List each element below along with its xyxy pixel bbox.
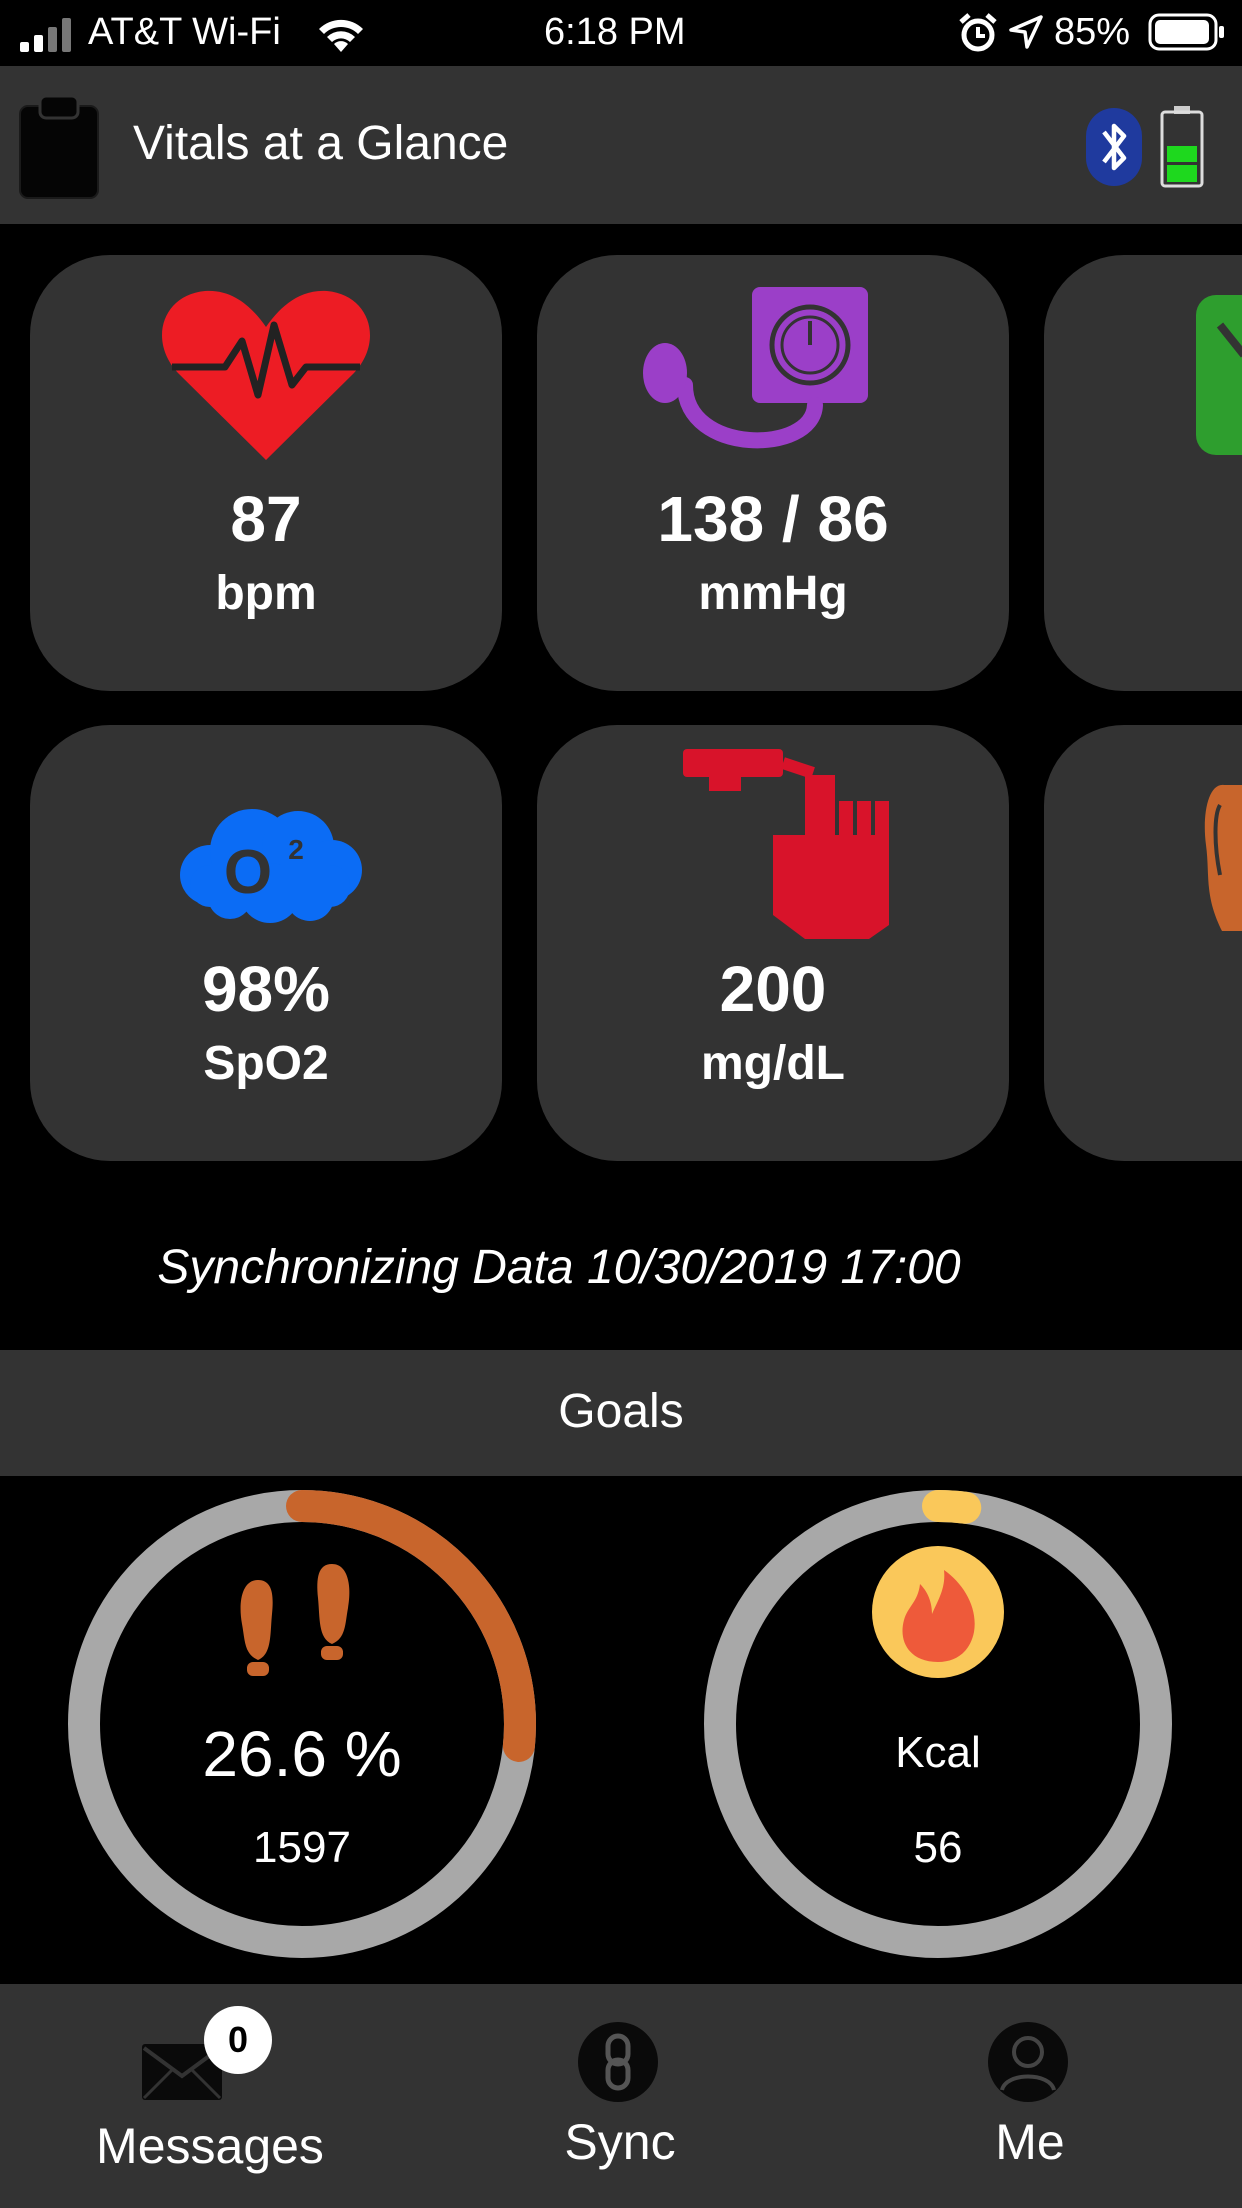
bluetooth-icon[interactable] [1086,108,1142,186]
vital-card-glucose[interactable]: 200 mg/dL [537,725,1009,1161]
vital-unit: S [1044,1035,1242,1093]
vital-unit: W [1044,565,1242,623]
status-time: 6:18 PM [544,11,686,53]
cell-signal-icon [20,18,71,52]
device-battery-icon [1160,106,1204,188]
glucose-meter-icon [683,749,889,939]
sync-status-text: Synchronizing Data 10/30/2019 17:00 [157,1241,961,1294]
steps-goal-percent: 26.6 % [202,1718,402,1790]
location-arrow-icon [1009,15,1043,49]
goals-title: Goals [558,1385,684,1438]
vital-card-steps[interactable]: 15 S [1044,725,1242,1161]
person-icon [988,2022,1068,2102]
svg-text:2: 2 [288,834,304,865]
carrier-label: AT&T Wi-Fi [88,11,281,53]
tab-messages-label: Messages [96,2118,324,2174]
vital-card-heart-rate[interactable]: 87 bpm [30,255,502,691]
footprints-icon [240,1564,350,1676]
vital-unit: SpO2 [203,1037,329,1090]
calories-goal-count: 56 [913,1823,963,1872]
vital-unit: bpm [215,567,317,620]
calories-goal-label: Kcal [895,1728,981,1777]
heart-rate-icon [162,290,370,460]
battery-percent: 85% [1054,11,1131,53]
vital-card-blood-pressure[interactable]: 138 / 86 mmHg [537,255,1009,691]
svg-text:O: O [224,838,272,907]
alarm-icon [959,13,997,52]
steps-icon [1204,784,1242,931]
sync-link-icon [578,2022,658,2102]
wifi-icon [319,19,363,52]
vital-value: 87 [230,483,302,555]
tab-me-label: Me [995,2114,1065,2170]
steps-goal-count: 1597 [253,1823,351,1872]
flame-icon [872,1546,1004,1678]
battery-icon [1148,13,1224,51]
page-title: Vitals at a Glance [133,117,509,170]
vitals-grid: 87 bpm 138 / 86 mmHg 96 W [0,250,1242,1170]
clipboard-icon [19,94,99,199]
messages-badge: 0 [204,2006,272,2074]
vital-value: 200 [719,953,827,1025]
vital-unit: mg/dL [701,1037,845,1090]
vital-value: 138 / 86 [657,483,889,555]
vital-value: 98% [201,953,331,1025]
tab-sync-label: Sync [564,2114,676,2170]
oxygen-cloud-icon: O 2 [180,809,362,923]
vital-unit: mmHg [698,567,848,620]
blood-pressure-icon [643,287,868,449]
vital-value: 15 [1044,953,1242,1025]
vital-card-weight[interactable]: 96 W [1044,255,1242,691]
vital-value: 96 [1044,483,1242,555]
weight-scale-icon [1196,295,1242,455]
vital-card-spo2[interactable]: O 2 98% SpO2 [30,725,502,1161]
